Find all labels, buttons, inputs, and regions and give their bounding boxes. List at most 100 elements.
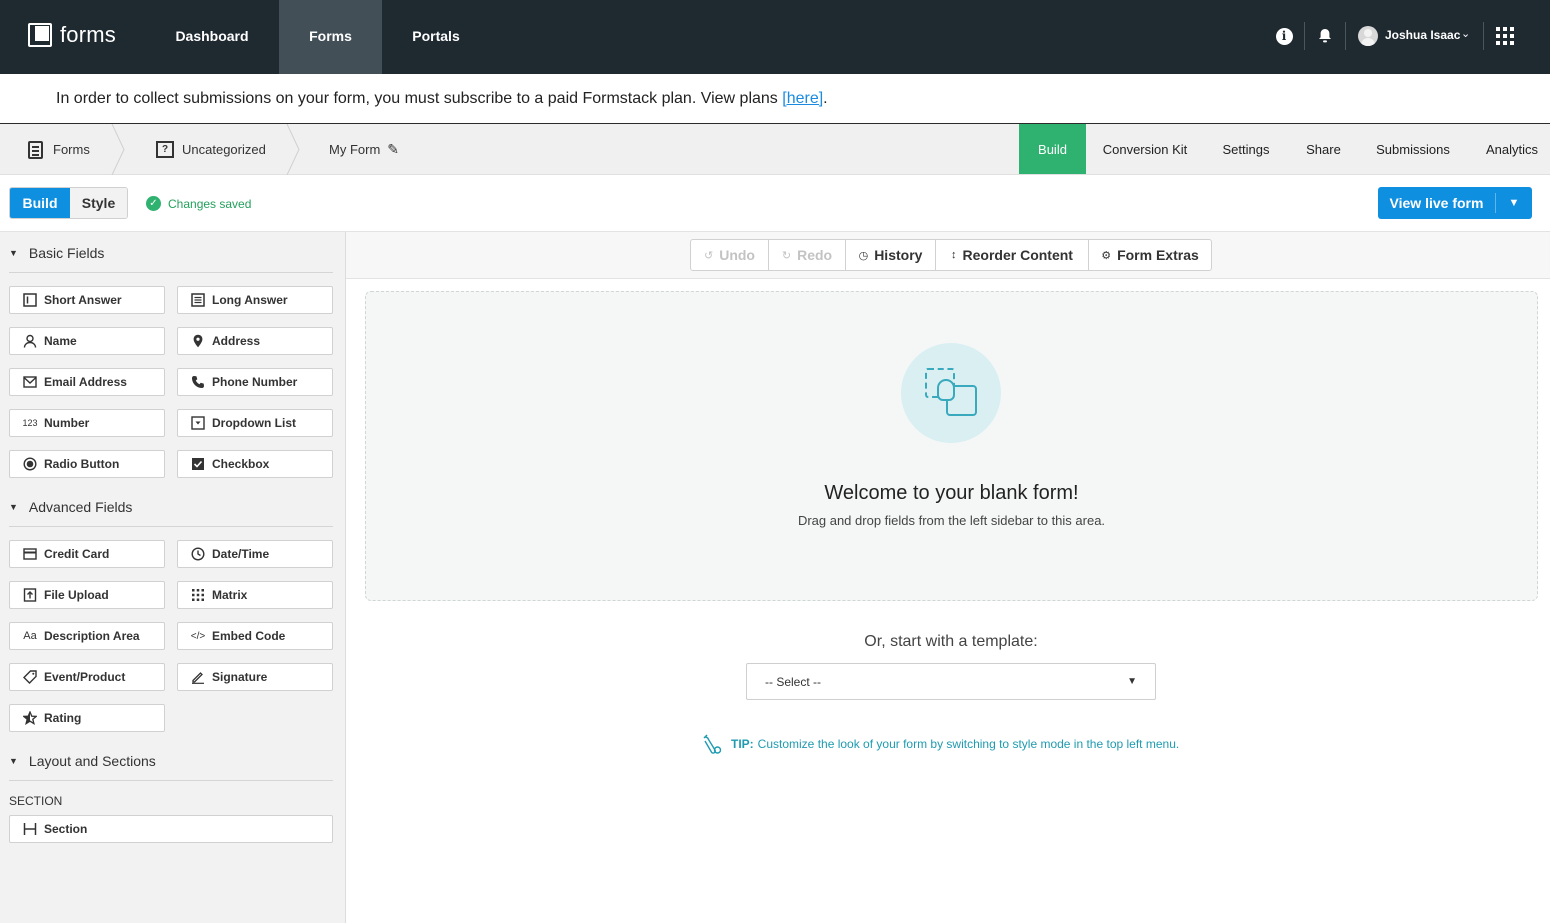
file-upload-icon [22, 587, 38, 603]
field-address[interactable]: Address [177, 327, 333, 355]
field-sidebar: ▼ Basic Fields Short Answer Long Answer … [0, 232, 346, 923]
field-short-answer[interactable]: Short Answer [9, 286, 165, 314]
tab-conversion-kit[interactable]: Conversion Kit [1093, 124, 1197, 174]
field-long-answer[interactable]: Long Answer [177, 286, 333, 314]
info-icon[interactable]: i [1274, 26, 1294, 46]
nav-divider [1345, 22, 1346, 50]
field-embed-code[interactable]: </> Embed Code [177, 622, 333, 650]
forms-logo[interactable]: forms [28, 22, 116, 48]
apps-grid-icon[interactable] [1496, 27, 1514, 45]
logo-icon [28, 23, 52, 47]
tab-submissions[interactable]: Submissions [1368, 124, 1458, 174]
field-section[interactable]: Section [9, 815, 333, 843]
blank-form-dropzone[interactable]: Welcome to your blank form! Drag and dro… [365, 291, 1538, 601]
history-button[interactable]: ◷ History [846, 240, 936, 270]
field-description-area[interactable]: Aa Description Area [9, 622, 165, 650]
credit-card-icon [22, 546, 38, 562]
redo-icon: ↻ [781, 249, 792, 262]
short-answer-icon [22, 292, 38, 308]
text-icon: Aa [23, 630, 37, 642]
tab-analytics[interactable]: Analytics [1476, 124, 1548, 174]
tab-share[interactable]: Share [1298, 124, 1349, 174]
pencil-icon[interactable]: ✎ [387, 141, 399, 158]
field-dropdown-list[interactable]: Dropdown List [177, 409, 333, 437]
tip-text: Customize the look of your form by switc… [757, 737, 1180, 751]
avatar[interactable] [1358, 26, 1378, 46]
folder-icon: ? [156, 141, 174, 158]
breadcrumb-uncategorized[interactable]: ? Uncategorized [156, 124, 266, 175]
nav-forms[interactable]: Forms [279, 0, 382, 74]
field-name[interactable]: Name [9, 327, 165, 355]
breadcrumb-separator [286, 123, 300, 176]
blank-form-title: Welcome to your blank form! [824, 482, 1079, 504]
breadcrumb-forms[interactable]: Forms [28, 124, 90, 175]
reorder-content-button[interactable]: ↕ Reorder Content [936, 240, 1089, 270]
radio-icon [22, 456, 38, 472]
phone-icon [190, 374, 206, 390]
template-select[interactable]: -- Select -- ▼ [746, 663, 1156, 700]
view-live-form-button[interactable]: View live form ▼ [1378, 187, 1532, 219]
chevron-down-icon[interactable]: ⌄ [1461, 27, 1470, 40]
template-heading: Or, start with a template: [864, 633, 1038, 650]
caret-down-icon[interactable]: ▼ [1496, 187, 1532, 219]
collapse-triangle-icon: ▼ [9, 502, 18, 512]
history-icon: ◷ [858, 249, 869, 262]
matrix-icon [190, 587, 206, 603]
nav-dashboard[interactable]: Dashboard [160, 0, 264, 74]
number-icon: 123 [22, 418, 38, 428]
view-plans-link[interactable]: [here] [782, 90, 823, 107]
field-event-product[interactable]: Event/Product [9, 663, 165, 691]
advanced-fields-header[interactable]: ▼ Advanced Fields [9, 497, 132, 517]
collapse-triangle-icon: ▼ [9, 756, 18, 766]
field-file-upload[interactable]: File Upload [9, 581, 165, 609]
field-credit-card[interactable]: Credit Card [9, 540, 165, 568]
field-radio-button[interactable]: Radio Button [9, 450, 165, 478]
undo-button[interactable]: ↺ Undo [691, 240, 769, 270]
caret-down-icon: ▼ [1127, 676, 1137, 687]
tab-build[interactable]: Build [1019, 124, 1086, 174]
field-phone-number[interactable]: Phone Number [177, 368, 333, 396]
style-mode-button[interactable]: Style [70, 188, 127, 218]
field-signature[interactable]: Signature [177, 663, 333, 691]
field-date-time[interactable]: Date/Time [177, 540, 333, 568]
tab-settings[interactable]: Settings [1214, 124, 1278, 174]
field-checkbox[interactable]: Checkbox [177, 450, 333, 478]
subscription-banner: In order to collect submissions on your … [0, 74, 1550, 124]
field-email-address[interactable]: Email Address [9, 368, 165, 396]
person-icon [22, 333, 38, 349]
gear-icon: ⚙ [1101, 249, 1112, 262]
bell-icon[interactable] [1315, 26, 1335, 46]
star-icon [22, 710, 38, 726]
banner-message: In order to collect submissions on your … [56, 90, 828, 107]
tag-icon [22, 669, 38, 685]
reorder-icon: ↕ [951, 249, 957, 261]
canvas-actions: ↺ Undo ↻ Redo ◷ History ↕ Reorder Content ⚙ F… [690, 239, 1212, 271]
checkbox-icon [190, 456, 206, 472]
map-pin-icon [190, 333, 206, 349]
build-mode-button[interactable]: Build [10, 188, 70, 218]
code-icon: </> [190, 630, 206, 642]
envelope-icon [22, 374, 38, 390]
mode-switcher: Build Style [9, 187, 128, 219]
user-name[interactable]: Joshua Isaac [1385, 28, 1460, 42]
logo-text: forms [60, 22, 116, 47]
tip-label: TIP: [731, 737, 754, 751]
editor-toolbar: Build Style ✓ Changes saved View live fo… [0, 175, 1550, 232]
save-status: ✓ Changes saved [146, 196, 251, 211]
style-tip: TIP: Customize the look of your form by … [701, 732, 1179, 756]
form-canvas: ↺ Undo ↻ Redo ◷ History ↕ Reorder Content ⚙ F… [346, 232, 1550, 923]
field-number[interactable]: 123 Number [9, 409, 165, 437]
field-rating[interactable]: Rating [9, 704, 165, 732]
top-navbar: forms Dashboard Forms Portals i Joshua I… [0, 0, 1550, 74]
dropdown-icon [190, 415, 206, 431]
breadcrumb-my-form[interactable]: My Form ✎ [329, 124, 399, 175]
collapse-triangle-icon: ▼ [9, 248, 18, 258]
layout-sections-header[interactable]: ▼ Layout and Sections [9, 751, 156, 771]
field-matrix[interactable]: Matrix [177, 581, 333, 609]
blank-form-subtitle: Drag and drop fields from the left sideb… [797, 513, 1106, 528]
redo-button[interactable]: ↻ Redo [769, 240, 846, 270]
nav-portals[interactable]: Portals [396, 0, 476, 74]
form-extras-button[interactable]: ⚙ Form Extras [1089, 240, 1211, 270]
basic-fields-header[interactable]: ▼ Basic Fields [9, 243, 104, 263]
canvas-actions-bar: ↺ Undo ↻ Redo ◷ History ↕ Reorder Content ⚙ F… [346, 232, 1550, 279]
